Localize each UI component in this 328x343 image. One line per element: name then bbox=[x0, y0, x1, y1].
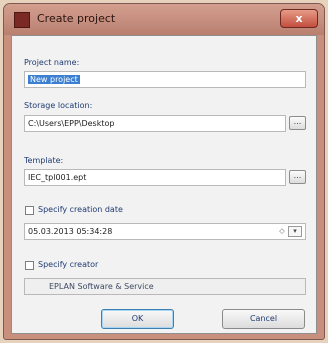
storage-location-browse-button[interactable]: ... bbox=[289, 116, 306, 130]
dialog-body: Project name: New project Storage locati… bbox=[11, 35, 317, 334]
date-dropdown-icon[interactable]: ▾ bbox=[288, 226, 302, 237]
creator-label[interactable]: Specify creator bbox=[38, 260, 98, 269]
template-label: Template: bbox=[24, 156, 64, 165]
creator-checkbox[interactable] bbox=[25, 261, 34, 270]
template-input[interactable]: IEC_tpl001.ept bbox=[24, 169, 286, 186]
dialog-title: Create project bbox=[37, 12, 116, 25]
template-browse-button[interactable]: ... bbox=[289, 170, 306, 184]
cancel-button[interactable]: Cancel bbox=[222, 309, 305, 329]
close-button[interactable]: x bbox=[280, 9, 318, 28]
storage-location-label: Storage location: bbox=[24, 101, 93, 110]
create-project-dialog: Create project x Project name: New proje… bbox=[3, 3, 325, 340]
date-spin-icon[interactable]: ◇ bbox=[278, 226, 286, 237]
app-icon bbox=[14, 12, 30, 28]
project-name-input[interactable]: New project bbox=[24, 71, 306, 88]
creation-date-picker[interactable]: 05.03.2013 05:34:28 bbox=[24, 223, 306, 240]
project-name-value: New project bbox=[28, 75, 80, 84]
creation-date-value: 05.03.2013 05:34:28 bbox=[28, 227, 113, 236]
storage-location-input[interactable]: C:\Users\EPP\Desktop bbox=[24, 115, 286, 132]
creation-date-label[interactable]: Specify creation date bbox=[38, 205, 123, 214]
ok-button[interactable]: OK bbox=[101, 309, 174, 329]
creator-input[interactable]: EPLAN Software & Service bbox=[24, 278, 306, 295]
title-bar[interactable]: Create project x bbox=[4, 4, 324, 35]
creation-date-checkbox[interactable] bbox=[25, 206, 34, 215]
project-name-label: Project name: bbox=[24, 58, 80, 67]
